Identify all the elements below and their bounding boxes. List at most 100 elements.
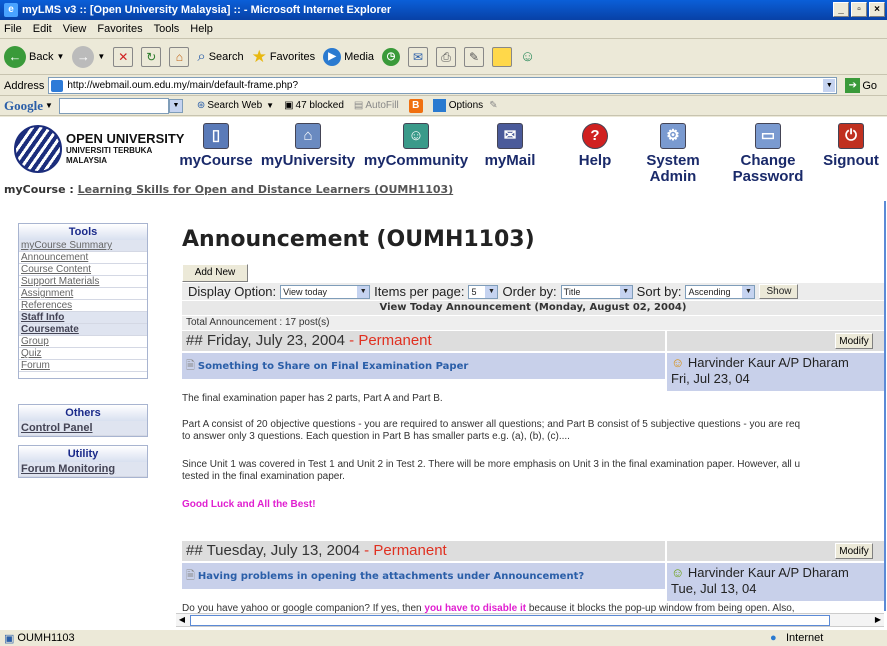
add-new-button[interactable]: Add New (182, 264, 248, 282)
popup-blocker-button[interactable]: ▣ 47 blocked (284, 100, 344, 111)
scrollbar-thumb[interactable] (190, 615, 830, 626)
items-per-page-select[interactable]: 5 (468, 284, 499, 299)
nav-mycourse[interactable]: ▯ myCourse (176, 123, 256, 169)
favorites-button[interactable]: ★ Favorites (252, 47, 316, 67)
menu-favorites[interactable]: Favorites (97, 23, 142, 35)
edit-button[interactable]: ✎ (464, 46, 485, 67)
google-logo[interactable]: Google (4, 98, 43, 114)
favorites-label: Favorites (269, 50, 316, 63)
blogger-button[interactable]: B (408, 98, 423, 113)
sidebar-item-support-materials[interactable]: Support Materials (19, 276, 147, 288)
modify-button[interactable]: Modify (835, 543, 873, 559)
person-icon: ☺ (671, 355, 685, 370)
address-url: http://webmail.oum.edu.my/main/default-f… (67, 80, 299, 91)
autofill-button[interactable]: ▤ AutoFill (354, 100, 399, 111)
sidebar-item-references[interactable]: References (19, 300, 147, 312)
mail-button[interactable]: ✉ (408, 46, 429, 67)
refresh-icon: ↻ (141, 46, 162, 67)
sidebar-item-assignment[interactable]: Assignment (19, 288, 147, 300)
home-button[interactable]: ⌂ (169, 46, 190, 67)
announcement-author: ☺ Harvinder Kaur A/P Dharam Tue, Jul 13,… (667, 563, 884, 601)
sidebar-item-quiz[interactable]: Quiz (19, 348, 147, 360)
go-label: Go (862, 79, 878, 92)
announcement-paragraph: Part A consist of 20 objective questions… (182, 419, 801, 430)
sidebar-item-control-panel[interactable]: Control Panel (19, 421, 147, 436)
menu-file[interactable]: File (4, 23, 22, 35)
oum-logo[interactable]: OPEN UNIVERSITY UNIVERSITI TERBUKA MALAY… (14, 125, 184, 173)
forward-button[interactable]: → ▼ (72, 45, 105, 68)
announcement-title-link[interactable]: Something to Share on Final Examination … (198, 361, 468, 372)
edit-icon: ✎ (464, 46, 485, 67)
scroll-left-icon[interactable]: ◀ (176, 614, 188, 626)
posted-date: Tue, Jul 13, 04 (671, 581, 757, 596)
window-titlebar[interactable]: e myLMS v3 :: [Open University Malaysia]… (0, 0, 887, 20)
minimize-button[interactable]: _ (833, 2, 849, 17)
sidebar-item-coursemate[interactable]: Coursemate (19, 324, 147, 336)
nav-myuniversity-label: myUniversity (260, 152, 356, 169)
document-icon: 🗎 (186, 360, 195, 372)
google-history-dropdown[interactable] (168, 98, 183, 113)
stop-button[interactable]: ✕ (113, 46, 134, 67)
google-search-input[interactable] (58, 97, 169, 114)
horizontal-scrollbar[interactable]: ◀ ▶ (176, 613, 884, 627)
admin-icon: ⚙ (660, 123, 686, 149)
order-by-select[interactable]: Title (560, 284, 633, 299)
google-toolbar: Google ▼ ⊛ Search Web ▼ ▣ 47 blocked ▤ A… (0, 96, 887, 116)
sidebar-tools: Tools myCourse Summary Announcement Cour… (18, 223, 148, 379)
display-options-row: Display Option: View today Items per pag… (182, 283, 884, 300)
menu-edit[interactable]: Edit (33, 23, 52, 35)
sidebar-item-forum[interactable]: Forum (19, 360, 147, 372)
nav-help[interactable]: ? Help (570, 123, 620, 169)
mail-icon: ✉ (408, 46, 429, 67)
announcement-actions: Modify (667, 541, 884, 561)
sort-by-select[interactable]: Ascending (685, 284, 756, 299)
home-icon: ⌂ (169, 46, 190, 67)
search-button[interactable]: ⌕ Search (197, 48, 243, 65)
sidebar-item-forum-monitoring[interactable]: Forum Monitoring (19, 462, 147, 477)
scroll-right-icon[interactable]: ▶ (872, 614, 884, 626)
announcement-author: ☺ Harvinder Kaur A/P Dharam Fri, Jul 23,… (667, 353, 884, 391)
media-button[interactable]: ▶ Media (323, 47, 374, 66)
print-button[interactable]: ⎙ (436, 46, 457, 67)
chevron-down-icon[interactable]: ▼ (45, 101, 53, 110)
menu-help[interactable]: Help (190, 23, 213, 35)
chevron-down-icon[interactable]: ▼ (823, 79, 836, 92)
people-icon: ☺ (403, 123, 429, 149)
nav-signout[interactable]: ⏻ Signout (818, 123, 884, 169)
sidebar-item-course-content[interactable]: Course Content (19, 264, 147, 276)
sidebar-item-staff-info[interactable]: Staff Info (19, 312, 147, 324)
search-web-button[interactable]: ⊛ Search Web ▼ (197, 100, 274, 111)
house-icon: ⌂ (295, 123, 321, 149)
go-button[interactable]: ➔ Go (841, 78, 877, 93)
close-button[interactable]: × (869, 2, 885, 17)
nav-mymail[interactable]: ✉ myMail (480, 123, 540, 169)
refresh-button[interactable]: ↻ (141, 46, 162, 67)
sidebar-item-mycourse-summary[interactable]: myCourse Summary (19, 240, 147, 252)
nav-myuniversity[interactable]: ⌂ myUniversity (258, 123, 358, 169)
sidebar-item-group[interactable]: Group (19, 336, 147, 348)
nav-mycommunity[interactable]: ☺ myCommunity (362, 123, 470, 169)
binoculars-icon: ⊛ (196, 100, 206, 111)
nav-system-admin[interactable]: ⚙ System Admin (645, 123, 701, 185)
announcement-title-link[interactable]: Having problems in opening the attachmen… (198, 571, 584, 582)
display-option-select[interactable]: View today (280, 284, 371, 299)
options-button[interactable]: Options ✎ (432, 99, 498, 112)
modify-button[interactable]: Modify (835, 333, 873, 349)
menu-bar: File Edit View Favorites Tools Help (0, 20, 887, 39)
history-button[interactable]: ◷ (382, 47, 401, 66)
security-zone: Internet (786, 632, 824, 644)
breadcrumb-course-link[interactable]: Learning Skills for Open and Distance Le… (78, 183, 454, 196)
nav-change-password[interactable]: ▭ Change Password (728, 123, 808, 185)
discuss-button[interactable] (492, 46, 513, 67)
page-status-icon: ▣ (4, 632, 15, 645)
address-input[interactable]: http://webmail.oum.edu.my/main/default-f… (48, 77, 838, 94)
sidebar-item-announcement[interactable]: Announcement (19, 252, 147, 264)
go-arrow-icon: ➔ (845, 78, 861, 93)
maximize-button[interactable]: ▫ (851, 2, 867, 17)
menu-tools[interactable]: Tools (154, 23, 180, 35)
search-web-label: Search Web (207, 100, 263, 111)
menu-view[interactable]: View (63, 23, 87, 35)
messenger-button[interactable]: ☺ (520, 48, 535, 65)
back-button[interactable]: ← Back ▼ (4, 45, 64, 68)
show-button[interactable]: Show (759, 284, 799, 299)
